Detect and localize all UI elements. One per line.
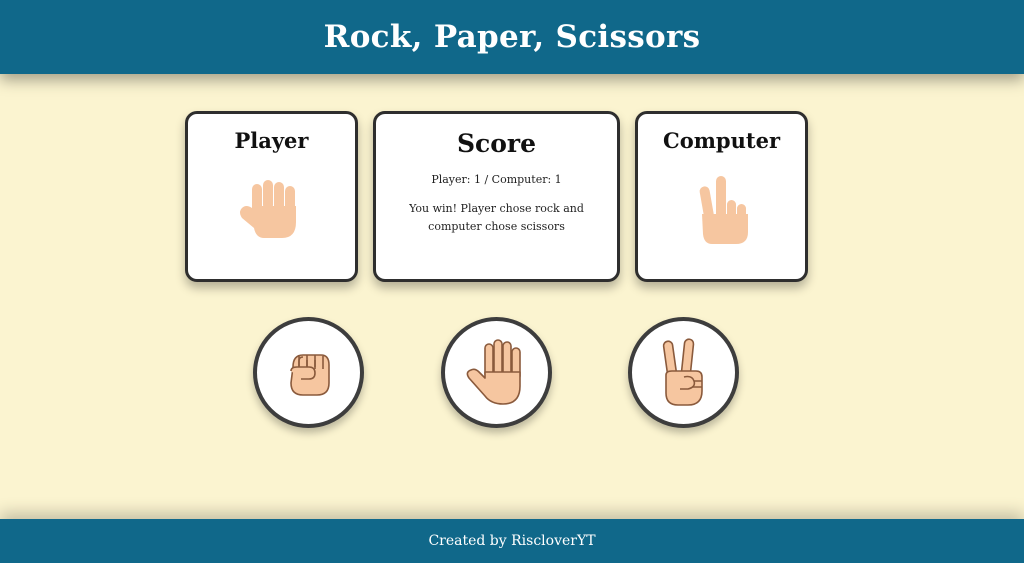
- computer-card: Computer: [635, 111, 808, 282]
- player-card: Player: [185, 111, 358, 282]
- app-footer: Created by RiscloverYT: [0, 519, 1024, 563]
- footer-credit: Created by RiscloverYT: [428, 533, 596, 549]
- scissors-button[interactable]: [628, 317, 739, 428]
- player-card-title: Player: [234, 128, 309, 153]
- score-text: Player: 1 / Computer: 1: [431, 173, 562, 186]
- app-title: Rock, Paper, Scissors: [323, 19, 701, 55]
- rock-button[interactable]: [253, 317, 364, 428]
- fist-icon: [289, 353, 330, 396]
- raised-hand-icon: [466, 338, 521, 405]
- computer-card-title: Computer: [662, 128, 781, 153]
- paper-button[interactable]: [441, 317, 552, 428]
- computer-scissors-hand-icon: [699, 176, 748, 244]
- victory-hand-icon: [662, 337, 703, 406]
- player-rock-hand-icon: [239, 180, 296, 238]
- app-header: Rock, Paper, Scissors: [0, 0, 1024, 74]
- score-card-title: Score: [456, 129, 537, 158]
- score-card: Score Player: 1 / Computer: 1 You win! P…: [373, 111, 620, 282]
- result-text: You win! Player chose rock and computer …: [409, 202, 584, 233]
